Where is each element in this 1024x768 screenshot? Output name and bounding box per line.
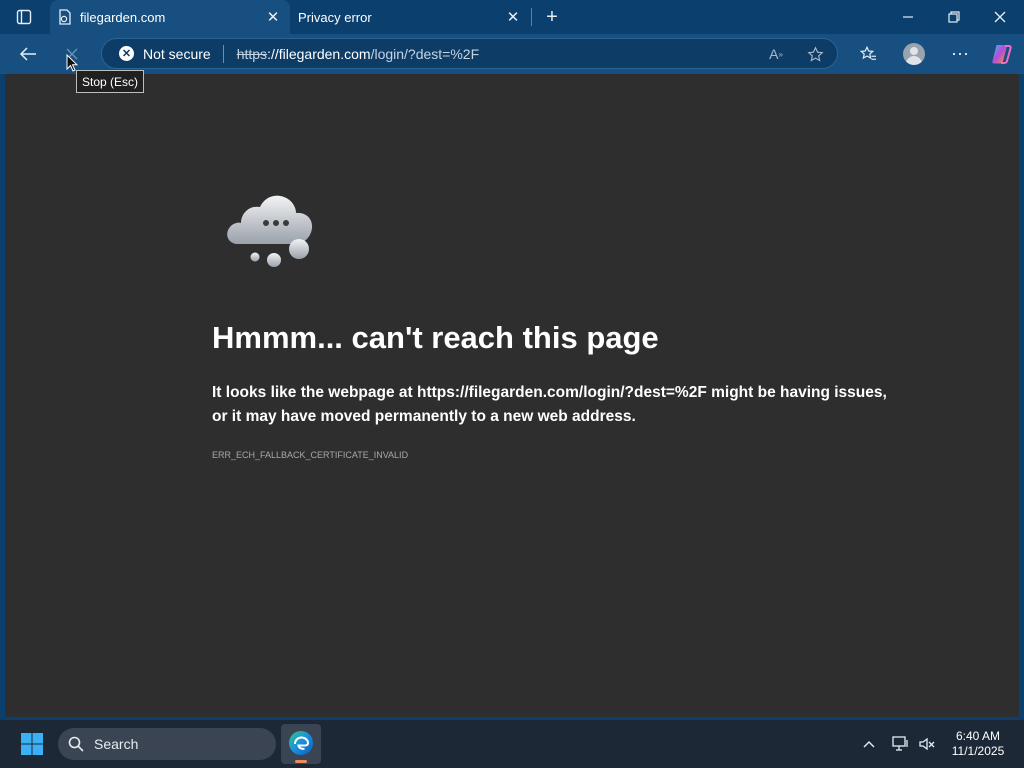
error-description: It looks like the webpage at https://fil… xyxy=(212,381,892,429)
new-tab-icon[interactable]: + xyxy=(540,5,564,29)
windows-start-icon[interactable] xyxy=(20,732,44,756)
tab-actions-icon[interactable] xyxy=(10,5,38,29)
page-title: Hmmm... can't reach this page xyxy=(212,320,659,355)
url-text[interactable]: https://filegarden.com/login/?dest=%2F xyxy=(237,46,479,62)
copilot-icon[interactable] xyxy=(990,42,1014,66)
read-aloud-icon[interactable]: A» xyxy=(764,42,788,66)
close-window-icon[interactable] xyxy=(977,0,1023,34)
close-tab-icon[interactable]: ✕ xyxy=(504,8,522,26)
url-host: ://filegarden.com xyxy=(267,45,371,62)
active-app-indicator xyxy=(295,760,307,763)
favorite-star-icon[interactable] xyxy=(803,42,827,66)
mouse-cursor-icon xyxy=(66,53,79,72)
not-secure-icon[interactable]: ✕ xyxy=(119,46,134,61)
url-scheme: https xyxy=(236,45,268,62)
tab-divider xyxy=(531,8,532,26)
tab-title: filegarden.com xyxy=(80,9,166,25)
avatar-head xyxy=(910,47,918,55)
address-bar[interactable]: ✕ Not secure https://filegarden.com/logi… xyxy=(101,38,838,69)
taskbar-clock[interactable]: 6:40 AM 11/1/2025 xyxy=(940,729,1016,759)
minimize-icon[interactable] xyxy=(885,0,931,34)
edge-icon xyxy=(289,731,313,755)
profile-avatar[interactable] xyxy=(903,43,925,65)
show-hidden-icons[interactable] xyxy=(860,734,878,754)
description-url: https://filegarden.com/login/?dest=%2F xyxy=(417,384,707,401)
address-divider xyxy=(222,44,224,63)
stop-tooltip: Stop (Esc) xyxy=(76,70,144,93)
search-icon xyxy=(68,736,84,752)
url-path: /login/?dest=%2F xyxy=(370,45,480,62)
page-icon xyxy=(58,9,72,25)
tab-filegarden[interactable]: filegarden.com ✕ xyxy=(50,0,290,34)
volume-muted-icon[interactable] xyxy=(917,734,937,754)
close-tab-icon[interactable]: ✕ xyxy=(264,8,282,26)
clock-time: 6:40 AM xyxy=(955,729,1001,743)
description-prefix: It looks like the webpage at xyxy=(212,384,417,401)
back-icon[interactable] xyxy=(14,40,42,68)
restore-icon[interactable] xyxy=(931,0,977,34)
search-label: Search xyxy=(94,736,139,752)
error-code: ERR_ECH_FALLBACK_CERTIFICATE_INVALID xyxy=(212,450,409,460)
taskbar-search[interactable]: Search xyxy=(58,728,276,760)
cloud-icon xyxy=(222,186,330,270)
favorites-icon[interactable] xyxy=(856,42,880,66)
edge-taskbar-button[interactable] xyxy=(281,724,321,764)
avatar-body xyxy=(906,56,922,65)
more-options-icon[interactable]: ⋯ xyxy=(948,42,972,66)
clock-date: 11/1/2025 xyxy=(951,744,1005,758)
tab-title: Privacy error xyxy=(298,9,372,25)
network-icon[interactable] xyxy=(891,734,911,754)
security-label[interactable]: Not secure xyxy=(143,46,211,62)
tab-privacy-error[interactable]: Privacy error ✕ xyxy=(290,0,530,34)
